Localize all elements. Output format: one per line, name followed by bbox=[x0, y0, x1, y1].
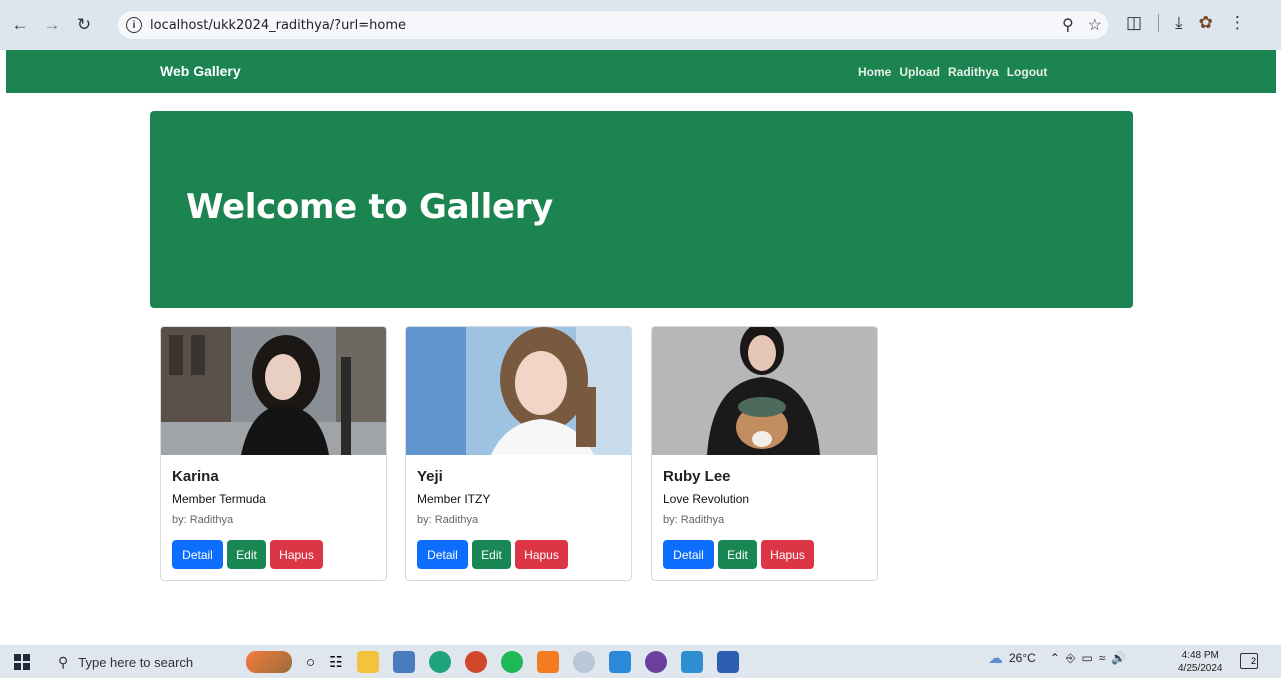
edit-button[interactable]: Edit bbox=[718, 540, 757, 569]
edge-icon[interactable] bbox=[428, 651, 451, 673]
extensions-icon[interactable]: ◫ bbox=[1126, 13, 1142, 33]
detail-button[interactable]: Detail bbox=[417, 540, 468, 569]
xampp-icon[interactable] bbox=[536, 651, 559, 673]
edit-button[interactable]: Edit bbox=[472, 540, 511, 569]
network-icon[interactable]: ⎆ bbox=[1066, 651, 1076, 666]
toolbar-divider bbox=[1158, 14, 1160, 32]
clock-time: 4:48 PM bbox=[1181, 650, 1219, 661]
navbar-brand[interactable]: Web Gallery bbox=[160, 63, 241, 79]
extension-badge-icon[interactable]: ✿ bbox=[1199, 13, 1213, 33]
bookmark-star-icon[interactable]: ☆ bbox=[1088, 15, 1102, 35]
detail-button[interactable]: Detail bbox=[663, 540, 714, 569]
url-text[interactable]: localhost/ukk2024_radithya/?url=home bbox=[150, 18, 406, 33]
nav-link-logout[interactable]: Logout bbox=[1007, 65, 1048, 79]
github-icon[interactable] bbox=[644, 651, 667, 673]
delete-button[interactable]: Hapus bbox=[270, 540, 323, 569]
pinned-apps: ○ ☷ bbox=[246, 651, 739, 673]
chrome-icon[interactable] bbox=[572, 651, 595, 673]
gallery-card: Karina Member Termuda by: Radithya Detai… bbox=[160, 326, 387, 581]
task-view-icon[interactable]: ☷ bbox=[329, 653, 342, 671]
card-photo[interactable] bbox=[652, 327, 877, 455]
os-taskbar: ⚲ Type here to search ○ ☷ ☁ 26°C ⌃ ⎆ ▭ ≈ bbox=[0, 645, 1281, 678]
card-title: Karina bbox=[172, 468, 219, 485]
spotify-icon[interactable] bbox=[500, 651, 523, 673]
gallery-card: Yeji Member ITZY by: Radithya Detail Edi… bbox=[405, 326, 632, 581]
taskbar-search[interactable]: ⚲ Type here to search bbox=[50, 650, 233, 674]
battery-icon[interactable]: ▭ bbox=[1081, 651, 1092, 665]
volume-icon[interactable]: 🔊 bbox=[1111, 651, 1126, 665]
wifi-icon[interactable]: ≈ bbox=[1099, 651, 1106, 665]
notification-count: 2 bbox=[1250, 656, 1256, 666]
word-icon[interactable] bbox=[716, 651, 739, 673]
nav-link-upload[interactable]: Upload bbox=[899, 65, 940, 79]
widget-icon[interactable] bbox=[246, 651, 292, 673]
notification-center-icon[interactable]: 2 bbox=[1240, 653, 1258, 669]
store-icon[interactable] bbox=[392, 651, 415, 673]
hero-banner: Welcome to Gallery bbox=[150, 111, 1133, 308]
detail-button[interactable]: Detail bbox=[172, 540, 223, 569]
menu-kebab-icon[interactable]: ⋮ bbox=[1229, 13, 1246, 33]
edit-button[interactable]: Edit bbox=[227, 540, 266, 569]
address-bar[interactable]: i localhost/ukk2024_radithya/?url=home ⚲… bbox=[118, 11, 1108, 39]
photos-icon[interactable] bbox=[680, 651, 703, 673]
card-photo[interactable] bbox=[161, 327, 386, 455]
zoom-icon[interactable]: ⚲ bbox=[1062, 15, 1074, 35]
card-author: by: Radithya bbox=[663, 514, 725, 526]
temperature-text[interactable]: 26°C bbox=[1009, 651, 1036, 665]
app-navbar: Web Gallery Home Upload Radithya Logout bbox=[6, 50, 1276, 93]
card-subtitle: Member Termuda bbox=[172, 492, 266, 506]
windows-start-icon[interactable] bbox=[14, 654, 30, 670]
card-photo[interactable] bbox=[406, 327, 631, 455]
card-author: by: Radithya bbox=[172, 514, 234, 526]
vscode-icon[interactable] bbox=[608, 651, 631, 673]
weather-icon[interactable]: ☁ bbox=[988, 649, 1003, 667]
card-subtitle: Member ITZY bbox=[417, 492, 491, 506]
nav-link-home[interactable]: Home bbox=[858, 65, 891, 79]
system-clock[interactable]: 4:48 PM 4/25/2024 bbox=[1178, 649, 1223, 675]
search-icon: ⚲ bbox=[58, 653, 69, 670]
site-info-icon[interactable]: i bbox=[126, 17, 142, 33]
download-icon[interactable]: ⤓ bbox=[1175, 13, 1183, 33]
delete-button[interactable]: Hapus bbox=[515, 540, 568, 569]
screen: ← → ↻ i localhost/ukk2024_radithya/?url=… bbox=[0, 0, 1281, 678]
chevron-up-icon[interactable]: ⌃ bbox=[1050, 651, 1060, 665]
taskbar-search-placeholder[interactable]: Type here to search bbox=[78, 655, 193, 670]
card-author: by: Radithya bbox=[417, 514, 479, 526]
forward-arrow-icon[interactable]: → bbox=[40, 13, 64, 37]
delete-button[interactable]: Hapus bbox=[761, 540, 814, 569]
card-subtitle: Love Revolution bbox=[663, 492, 750, 506]
cortana-icon[interactable]: ○ bbox=[306, 654, 315, 671]
nav-link-user[interactable]: Radithya bbox=[948, 65, 999, 79]
gallery-card: Ruby Lee Love Revolution by: Radithya De… bbox=[651, 326, 878, 581]
nav-links: Home Upload Radithya Logout bbox=[858, 65, 1047, 79]
back-arrow-icon[interactable]: ← bbox=[8, 13, 32, 37]
powerpoint-icon[interactable] bbox=[464, 651, 487, 673]
file-explorer-icon[interactable] bbox=[356, 651, 379, 673]
browser-toolbar: ← → ↻ i localhost/ukk2024_radithya/?url=… bbox=[0, 0, 1281, 50]
card-title: Yeji bbox=[417, 468, 443, 485]
system-tray: ☁ 26°C ⌃ ⎆ ▭ ≈ 🔊 bbox=[988, 649, 1126, 667]
card-title: Ruby Lee bbox=[663, 468, 731, 485]
hero-title: Welcome to Gallery bbox=[186, 187, 554, 227]
reload-icon[interactable]: ↻ bbox=[72, 13, 96, 37]
clock-date: 4/25/2024 bbox=[1178, 663, 1223, 674]
